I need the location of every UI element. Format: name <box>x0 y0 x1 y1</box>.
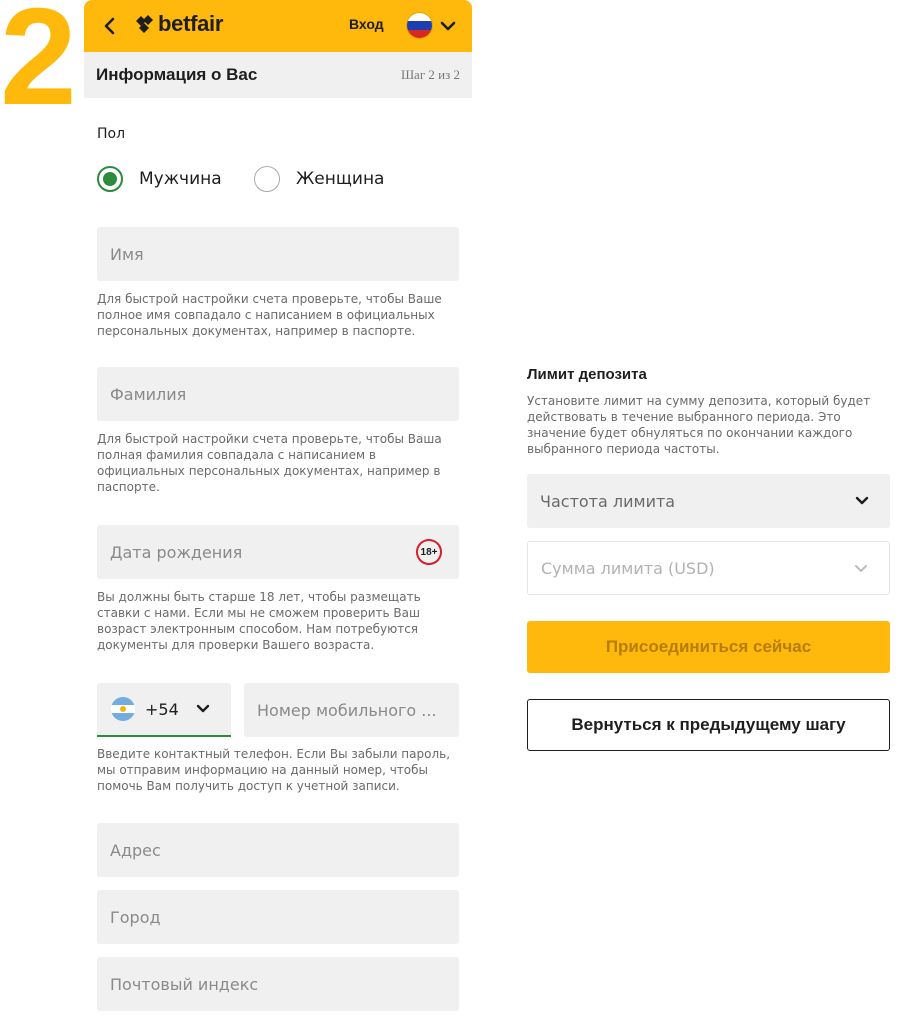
deposit-limit-title: Лимит депозита <box>527 366 647 383</box>
postcode-input[interactable]: Почтовый индекс <box>97 957 459 1011</box>
gender-radio-male[interactable]: Мужчина <box>97 166 222 192</box>
argentina-flag-icon <box>111 697 135 721</box>
phone-hint: Введите контактный телефон. Если Вы забы… <box>97 747 451 793</box>
first-name-placeholder: Имя <box>110 244 144 264</box>
betfair-diamond-icon <box>136 15 153 33</box>
page-title: Информация о Вас <box>96 65 258 84</box>
last-name-placeholder: Фамилия <box>110 384 187 404</box>
app-header: betfair Вход <box>84 0 472 52</box>
logo-text: betfair <box>158 11 224 36</box>
page-subheader: Информация о Вас Шаг 2 из 2 <box>84 52 472 98</box>
first-name-hint: Для быстрой настройки счета проверьте, ч… <box>97 292 442 338</box>
limit-amount-select[interactable]: Сумма лимита (USD) <box>527 541 890 595</box>
gender-label: Пол <box>97 126 126 142</box>
login-link[interactable]: Вход <box>349 16 384 32</box>
last-name-hint: Для быстрой настройки счета проверьте, ч… <box>97 432 442 494</box>
chevron-down-icon <box>855 496 869 505</box>
chevron-down-icon <box>196 704 210 713</box>
radio-unselected-icon <box>254 166 280 192</box>
postcode-placeholder: Почтовый индекс <box>110 974 259 994</box>
limit-frequency-select[interactable]: Частота лимита <box>527 474 890 528</box>
age-18-badge-icon: 18+ <box>416 539 442 565</box>
city-placeholder: Город <box>110 907 161 927</box>
gender-option-label: Мужчина <box>139 169 222 189</box>
step-indicator: Шаг 2 из 2 <box>400 67 460 82</box>
birth-date-hint: Вы должны быть старше 18 лет, чтобы разм… <box>97 590 421 652</box>
last-name-input[interactable]: Фамилия <box>97 367 459 421</box>
language-selector[interactable] <box>406 12 458 39</box>
gender-radio-female[interactable]: Женщина <box>254 166 384 192</box>
mobile-number-input[interactable]: Номер мобильного ... <box>244 683 459 737</box>
join-now-button[interactable]: Присоединиться сейчас <box>527 621 890 673</box>
limit-frequency-placeholder: Частота лимита <box>540 491 676 511</box>
birth-date-input[interactable]: Дата рождения 18+ <box>97 525 459 579</box>
country-code-value: +54 <box>145 699 179 719</box>
address-placeholder: Адрес <box>110 840 161 860</box>
chevron-down-icon <box>855 565 867 572</box>
birth-date-placeholder: Дата рождения <box>110 542 243 562</box>
mobile-number-placeholder: Номер мобильного ... <box>257 700 437 720</box>
gender-option-label: Женщина <box>296 169 385 189</box>
previous-step-button[interactable]: Вернуться к предыдущему шагу <box>527 699 890 751</box>
city-input[interactable]: Город <box>97 890 459 944</box>
deposit-limit-description: Установите лимит на сумму депозита, кото… <box>527 394 871 456</box>
back-arrow-icon[interactable] <box>100 14 120 38</box>
step-number: 2 <box>0 0 77 134</box>
first-name-input[interactable]: Имя <box>97 227 459 281</box>
chevron-down-icon <box>440 21 456 30</box>
radio-selected-icon <box>97 166 123 192</box>
limit-amount-placeholder: Сумма лимита (USD) <box>541 558 715 578</box>
country-code-select[interactable]: +54 <box>97 683 231 737</box>
russia-flag-icon <box>406 12 433 39</box>
address-input[interactable]: Адрес <box>97 823 459 877</box>
betfair-logo[interactable]: betfair <box>136 11 223 37</box>
